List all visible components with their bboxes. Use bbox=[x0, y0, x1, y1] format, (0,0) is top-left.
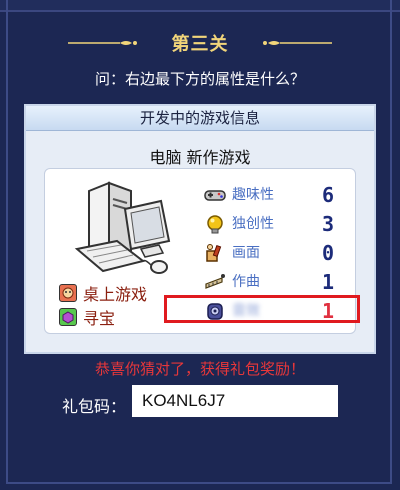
stat-graphics: 画面 0 bbox=[200, 241, 340, 265]
panel-title: 开发中的游戏信息 bbox=[26, 106, 374, 131]
paintbrush-icon bbox=[206, 244, 222, 262]
stat-label: 趣味性 bbox=[232, 187, 274, 203]
stat-value: 0 bbox=[321, 241, 334, 265]
genre-label: 桌上游戏 bbox=[83, 285, 148, 304]
lightbulb-icon bbox=[207, 215, 223, 234]
genre-label: 寻宝 bbox=[83, 309, 116, 328]
board-game-icon bbox=[59, 284, 77, 302]
genre-board-game: 桌上游戏 bbox=[59, 281, 147, 305]
genre-treasure: 寻宝 bbox=[59, 305, 115, 329]
music-icon bbox=[205, 274, 225, 289]
stat-label: 画面 bbox=[232, 245, 260, 261]
stat-value: 3 bbox=[321, 212, 334, 236]
stat-value: 6 bbox=[321, 183, 334, 207]
stat-label: 作曲 bbox=[232, 274, 260, 290]
gamepad-icon bbox=[204, 190, 226, 201]
treasure-icon bbox=[59, 308, 77, 326]
right-ornament-icon bbox=[263, 41, 332, 45]
stat-originality: 独创性 3 bbox=[200, 212, 340, 236]
computer-icon bbox=[74, 181, 171, 274]
gift-code-field[interactable]: KO4NL6J7 bbox=[132, 385, 338, 417]
game-screen: 第三关 问：右边最下方的属性是什么？ 开发中的游戏信息 电脑 新作游戏 桌上游戏… bbox=[0, 0, 400, 490]
question-text: 问：右边最下方的属性是什么？ bbox=[94, 70, 305, 88]
level-title: 第三关 bbox=[171, 34, 229, 55]
stat-music: 作曲 1 bbox=[200, 270, 340, 294]
gift-code-label: 礼包码： bbox=[62, 397, 127, 416]
game-name: 电脑 新作游戏 bbox=[149, 148, 251, 167]
stat-fun: 趣味性 6 bbox=[200, 183, 340, 207]
stat-value: 1 bbox=[321, 270, 334, 294]
stat-label: 独创性 bbox=[232, 216, 274, 232]
congrats-text: 恭喜你猜对了，获得礼包奖励！ bbox=[94, 360, 305, 378]
answer-highlight bbox=[164, 295, 360, 323]
